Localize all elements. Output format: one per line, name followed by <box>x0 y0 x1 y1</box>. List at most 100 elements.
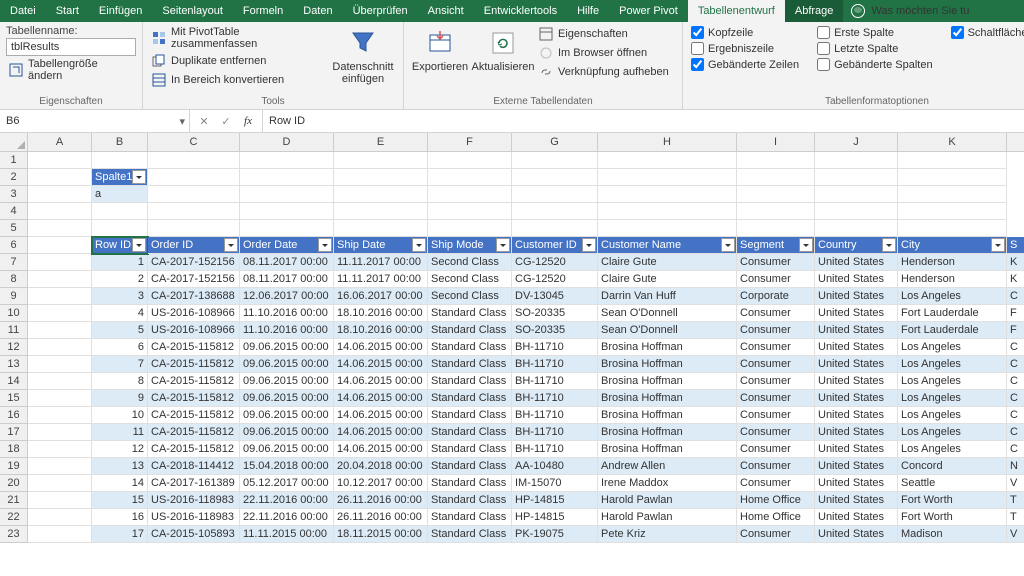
cell[interactable]: Henderson <box>898 271 1007 288</box>
cell[interactable]: Pete Kriz <box>598 526 737 543</box>
cell[interactable]: 14.06.2015 00:00 <box>334 441 428 458</box>
cell[interactable] <box>512 186 598 203</box>
tell-me[interactable]: Was möchten Sie tu <box>843 0 977 22</box>
chk-last[interactable]: Letzte Spalte <box>815 41 934 56</box>
cell[interactable] <box>28 441 92 458</box>
cell[interactable] <box>28 237 92 254</box>
row-header[interactable]: 8 <box>0 271 27 288</box>
cell[interactable]: Consumer <box>737 526 815 543</box>
cell[interactable]: Order ID <box>148 237 240 254</box>
cell[interactable]: 09.06.2015 00:00 <box>240 356 334 373</box>
cell[interactable]: Standard Class <box>428 305 512 322</box>
unlink-button[interactable]: Verknüpfung aufheben <box>536 63 676 81</box>
cell[interactable]: Second Class <box>428 254 512 271</box>
cell[interactable]: T <box>1007 509 1024 526</box>
tab-einfügen[interactable]: Einfügen <box>89 0 152 22</box>
cell[interactable]: Standard Class <box>428 526 512 543</box>
row-header[interactable]: 9 <box>0 288 27 305</box>
cell[interactable] <box>737 220 815 237</box>
cell[interactable]: Corporate <box>737 288 815 305</box>
tab-daten[interactable]: Daten <box>293 0 342 22</box>
cell[interactable]: Darrin Van Huff <box>598 288 737 305</box>
cell[interactable]: Los Angeles <box>898 424 1007 441</box>
col-header[interactable]: D <box>240 133 334 151</box>
cell[interactable]: United States <box>815 373 898 390</box>
tab-power pivot[interactable]: Power Pivot <box>609 0 688 22</box>
cell[interactable] <box>512 169 598 186</box>
tab-seitenlayout[interactable]: Seitenlayout <box>152 0 233 22</box>
resize-table-button[interactable]: Tabellengröße ändern <box>6 57 136 83</box>
cell[interactable]: CA-2017-138688 <box>148 288 240 305</box>
chk-bandrows[interactable]: Gebänderte Zeilen <box>689 57 801 72</box>
cell[interactable] <box>240 220 334 237</box>
cell[interactable]: 09.06.2015 00:00 <box>240 390 334 407</box>
cell[interactable]: K <box>1007 254 1024 271</box>
row-header[interactable]: 1 <box>0 152 27 169</box>
chk-bandcols[interactable]: Gebänderte Spalten <box>815 57 934 72</box>
cell[interactable]: HP-14815 <box>512 492 598 509</box>
cell[interactable]: Second Class <box>428 288 512 305</box>
cell[interactable]: US-2016-118983 <box>148 492 240 509</box>
cell[interactable] <box>334 152 428 169</box>
fx-button[interactable]: fx <box>238 112 258 130</box>
cell[interactable] <box>148 152 240 169</box>
cell[interactable]: BH-11710 <box>512 441 598 458</box>
cell[interactable]: C <box>1007 407 1024 424</box>
cell[interactable]: CG-12520 <box>512 271 598 288</box>
chk-filter[interactable]: Schaltfläche "Filter" <box>949 25 1024 40</box>
cell[interactable] <box>92 203 148 220</box>
cell[interactable]: BH-11710 <box>512 339 598 356</box>
cell[interactable]: 09.06.2015 00:00 <box>240 407 334 424</box>
slicer-button[interactable]: Datenschnitt einfügen <box>329 25 397 87</box>
cell[interactable] <box>334 169 428 186</box>
filter-dropdown-icon[interactable] <box>318 238 332 252</box>
cell[interactable]: HP-14815 <box>512 509 598 526</box>
cell[interactable]: Brosina Hoffman <box>598 407 737 424</box>
cell[interactable]: 14.06.2015 00:00 <box>334 373 428 390</box>
cell[interactable] <box>148 203 240 220</box>
cell[interactable]: Customer Name <box>598 237 737 254</box>
cell[interactable]: Ship Date <box>334 237 428 254</box>
cells-area[interactable]: Spalte1aRow IDOrder IDOrder DateShip Dat… <box>28 152 1024 543</box>
row-header[interactable]: 18 <box>0 441 27 458</box>
cell[interactable]: US-2016-108966 <box>148 305 240 322</box>
cell[interactable]: Henderson <box>898 254 1007 271</box>
cell[interactable]: 4 <box>92 305 148 322</box>
cell[interactable]: 09.06.2015 00:00 <box>240 424 334 441</box>
cell[interactable]: Consumer <box>737 254 815 271</box>
cell[interactable]: AA-10480 <box>512 458 598 475</box>
cell[interactable]: Los Angeles <box>898 407 1007 424</box>
cell[interactable]: 1 <box>92 254 148 271</box>
cell[interactable]: CA-2015-115812 <box>148 407 240 424</box>
cell[interactable]: 11.11.2015 00:00 <box>240 526 334 543</box>
cell[interactable] <box>737 152 815 169</box>
cell[interactable]: United States <box>815 356 898 373</box>
cell[interactable]: N <box>1007 458 1024 475</box>
cell[interactable]: V <box>1007 526 1024 543</box>
col-header[interactable] <box>1007 133 1024 151</box>
cell[interactable]: 08.11.2017 00:00 <box>240 271 334 288</box>
cell[interactable]: United States <box>815 526 898 543</box>
cell[interactable]: V <box>1007 475 1024 492</box>
cell[interactable]: Los Angeles <box>898 339 1007 356</box>
cell[interactable]: Consumer <box>737 305 815 322</box>
cell[interactable]: Fort Lauderdale <box>898 305 1007 322</box>
cell[interactable]: Segment <box>737 237 815 254</box>
refresh-button[interactable]: Aktualisieren <box>470 25 536 75</box>
cell[interactable] <box>28 203 92 220</box>
cell[interactable] <box>512 203 598 220</box>
cell[interactable]: C <box>1007 424 1024 441</box>
row-header[interactable]: 10 <box>0 305 27 322</box>
name-box[interactable]: B6▾ <box>0 110 190 132</box>
cell[interactable]: Los Angeles <box>898 390 1007 407</box>
cell[interactable]: Fort Worth <box>898 509 1007 526</box>
cell[interactable]: C <box>1007 288 1024 305</box>
cell[interactable]: Claire Gute <box>598 254 737 271</box>
cell[interactable] <box>898 152 1007 169</box>
cell[interactable] <box>598 169 737 186</box>
cell[interactable]: F <box>1007 305 1024 322</box>
filter-dropdown-icon[interactable] <box>721 238 735 252</box>
cell[interactable]: CA-2017-161389 <box>148 475 240 492</box>
cell[interactable] <box>28 254 92 271</box>
cell[interactable] <box>334 203 428 220</box>
